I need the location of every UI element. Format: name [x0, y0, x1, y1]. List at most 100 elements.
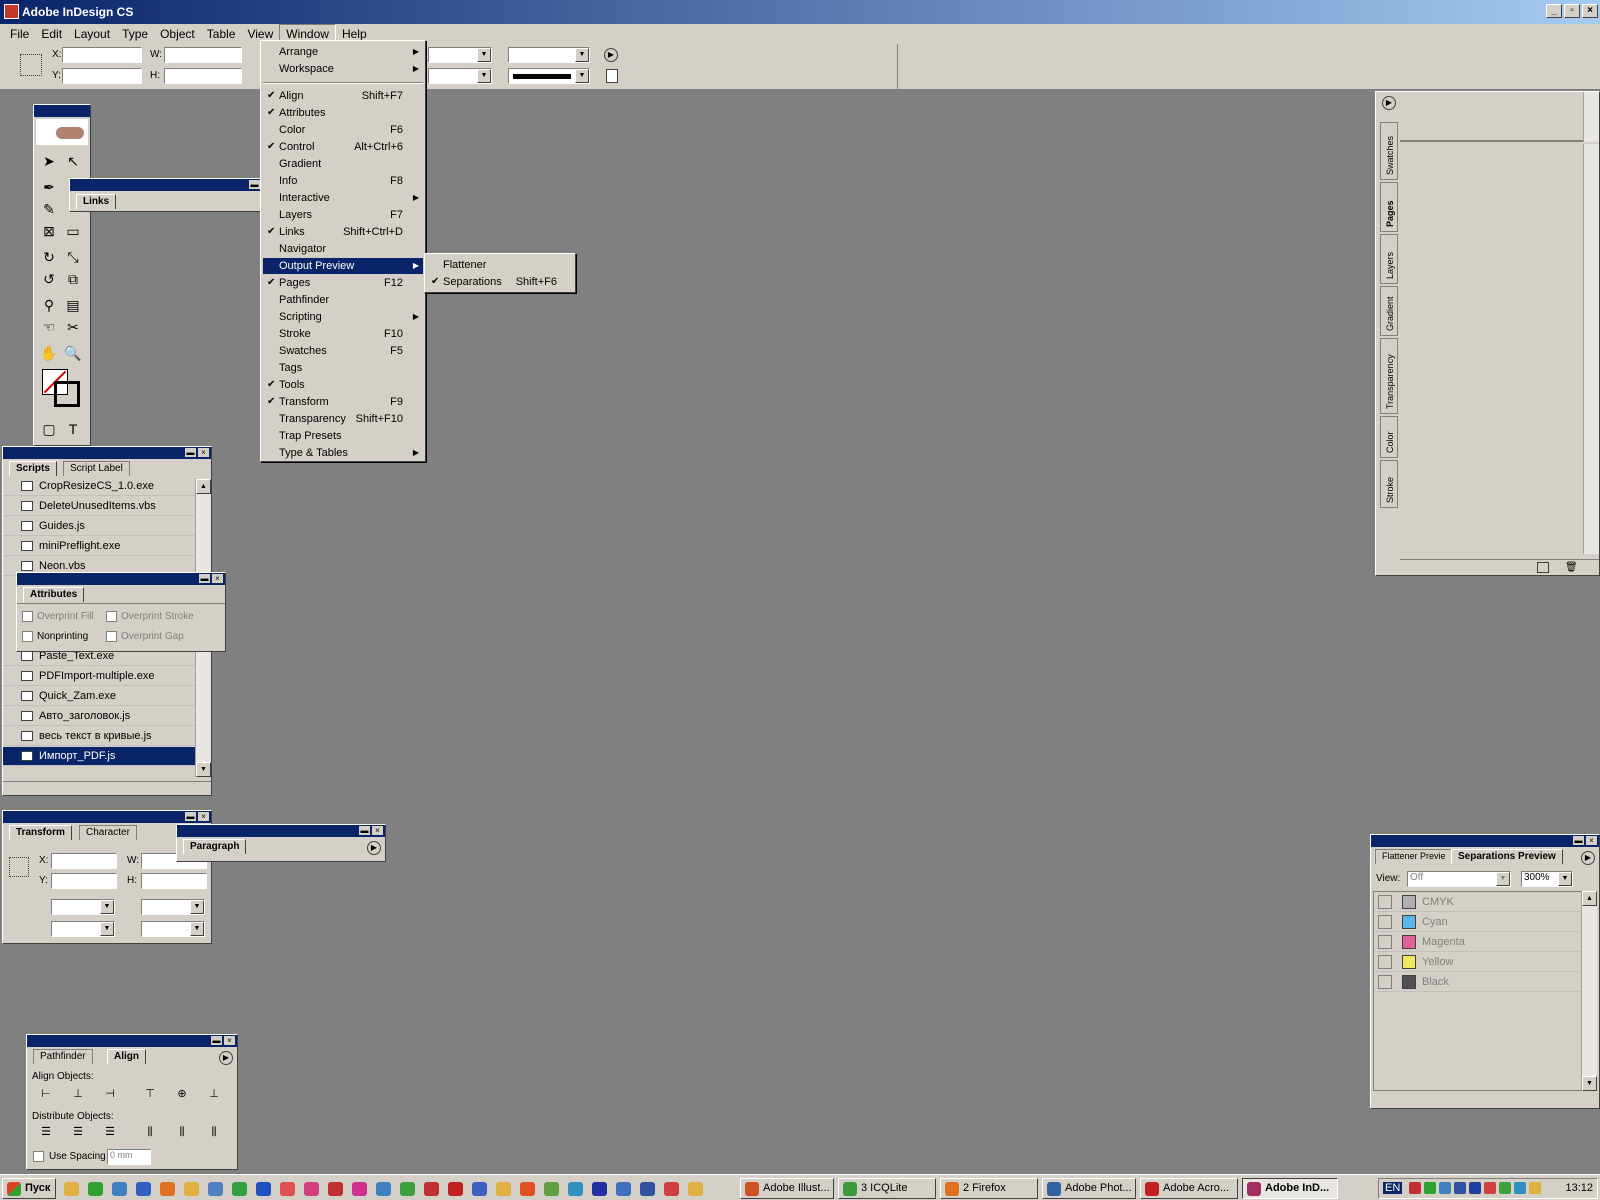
- use-spacing-checkbox[interactable]: [33, 1151, 44, 1162]
- rectangle-tool-icon[interactable]: ▭: [63, 221, 83, 241]
- quick-launch-icon[interactable]: [136, 1182, 151, 1196]
- submenu-item-flattener[interactable]: Flattener: [427, 257, 573, 273]
- selection-tool-icon[interactable]: ➤: [39, 151, 59, 171]
- tab-attributes[interactable]: Attributes: [23, 587, 85, 602]
- align-right-icon[interactable]: ⊣: [99, 1085, 121, 1103]
- script-list-item[interactable]: DeleteUnusedItems.vbs: [3, 497, 195, 516]
- taskbar-button[interactable]: Adobe InD...: [1242, 1178, 1338, 1199]
- quick-launch-icon[interactable]: [640, 1182, 655, 1196]
- quick-launch-icon[interactable]: [544, 1182, 559, 1196]
- scissors-tool-icon[interactable]: ✂: [63, 317, 83, 337]
- scale-x-select[interactable]: ▼: [51, 899, 115, 915]
- distribute-right-icon[interactable]: ⫼: [203, 1123, 225, 1141]
- quick-launch-icon[interactable]: [112, 1182, 127, 1196]
- menu-item-stroke[interactable]: Stroke F10: [263, 326, 423, 342]
- zoom-tool-icon[interactable]: 🔍: [63, 343, 83, 363]
- pen-tool-icon[interactable]: ✒: [39, 177, 59, 197]
- distribute-hcenter-icon[interactable]: ⫼: [171, 1123, 193, 1141]
- normal-view-icon[interactable]: ▢: [39, 419, 59, 439]
- panel-menu-icon[interactable]: ▶: [604, 48, 618, 62]
- align-top-icon[interactable]: ⊤: [139, 1085, 161, 1103]
- distribute-vcenter-icon[interactable]: ☰: [67, 1123, 89, 1141]
- ink-row-black[interactable]: Black: [1374, 972, 1580, 992]
- quick-launch-icon[interactable]: [376, 1182, 391, 1196]
- menu-item-layers[interactable]: Layers F7: [263, 207, 423, 223]
- menu-item-control[interactable]: ✔ Control Alt+Ctrl+6: [263, 139, 423, 155]
- view-select[interactable]: Off ▼: [1407, 871, 1511, 887]
- menu-type[interactable]: Type: [116, 25, 154, 43]
- rotation-select[interactable]: ▼: [141, 899, 205, 915]
- menu-item-interactive[interactable]: Interactive ▶: [263, 190, 423, 206]
- quick-launch-icon[interactable]: [280, 1182, 295, 1196]
- visibility-toggle-icon[interactable]: [1378, 915, 1392, 929]
- tray-icon[interactable]: [1469, 1182, 1481, 1194]
- overprint-stroke-checkbox[interactable]: [106, 611, 117, 622]
- transform-y-field[interactable]: [51, 873, 117, 889]
- hand-tool-icon[interactable]: ✋: [39, 343, 59, 363]
- h-field[interactable]: [164, 68, 242, 84]
- script-list-item[interactable]: Guides.js: [3, 517, 195, 536]
- dock-tab-swatches[interactable]: Swatches: [1380, 122, 1398, 180]
- quick-launch-icon[interactable]: [424, 1182, 439, 1196]
- menu-item-swatches[interactable]: Swatches F5: [263, 343, 423, 359]
- overprint-gap-checkbox[interactable]: [106, 631, 117, 642]
- menu-item-arrange[interactable]: Arrange ▶: [263, 44, 423, 60]
- submenu-item-separations[interactable]: ✔ Separations Shift+F6: [427, 274, 573, 290]
- stroke-swatch-icon[interactable]: [54, 381, 80, 407]
- script-list-item[interactable]: Импорт_PDF.js: [3, 747, 195, 766]
- visibility-toggle-icon[interactable]: [1378, 895, 1392, 909]
- rotate-tool-icon[interactable]: ↻: [39, 247, 59, 267]
- ink-row-magenta[interactable]: Magenta: [1374, 932, 1580, 952]
- tab-script-label[interactable]: Script Label: [63, 461, 130, 476]
- dock-tab-gradient[interactable]: Gradient: [1380, 286, 1398, 336]
- close-panel-icon[interactable]: ×: [198, 448, 209, 457]
- close-panel-icon[interactable]: ×: [224, 1036, 235, 1045]
- align-bottom-icon[interactable]: ⊥: [203, 1085, 225, 1103]
- collapse-icon[interactable]: ▬: [1573, 836, 1584, 845]
- quick-launch-icon[interactable]: [664, 1182, 679, 1196]
- start-button[interactable]: Пуск: [2, 1178, 56, 1199]
- close-panel-icon[interactable]: ×: [1586, 836, 1597, 845]
- align-left-icon[interactable]: ⊢: [35, 1085, 57, 1103]
- dock-tab-pages[interactable]: Pages: [1380, 182, 1398, 232]
- tray-icon[interactable]: [1499, 1182, 1511, 1194]
- menu-item-scripting[interactable]: Scripting ▶: [263, 309, 423, 325]
- shear-tool-icon[interactable]: ↺: [39, 269, 59, 289]
- reference-point-icon[interactable]: [20, 54, 42, 76]
- menu-item-tags[interactable]: Tags: [263, 360, 423, 376]
- master-scrollbar[interactable]: [1583, 92, 1599, 142]
- ink-row-yellow[interactable]: Yellow: [1374, 952, 1580, 972]
- y-field[interactable]: [62, 68, 142, 84]
- script-list-item[interactable]: весь текст в кривые.js: [3, 727, 195, 746]
- distribute-top-icon[interactable]: ☰: [35, 1123, 57, 1141]
- menu-edit[interactable]: Edit: [35, 25, 68, 43]
- page-icon[interactable]: [606, 69, 618, 83]
- tray-icon[interactable]: [1514, 1182, 1526, 1194]
- dock-tab-transparency[interactable]: Transparency: [1380, 338, 1398, 414]
- language-indicator[interactable]: EN: [1383, 1182, 1403, 1194]
- quick-launch-icon[interactable]: [472, 1182, 487, 1196]
- dock-tab-color[interactable]: Color: [1380, 416, 1398, 458]
- formatting-text-icon[interactable]: T: [63, 419, 83, 439]
- overprint-fill-checkbox[interactable]: [22, 611, 33, 622]
- scale-tool-icon[interactable]: ⤡: [63, 247, 83, 267]
- zoom-select[interactable]: 300% ▼: [1521, 871, 1573, 887]
- taskbar-button[interactable]: Adobe Illust...: [740, 1178, 834, 1199]
- menu-item-links[interactable]: ✔ Links Shift+Ctrl+D: [263, 224, 423, 240]
- menu-item-trap-presets[interactable]: Trap Presets: [263, 428, 423, 444]
- taskbar-button[interactable]: Adobe Acro...: [1140, 1178, 1238, 1199]
- menu-item-pages[interactable]: ✔ Pages F12: [263, 275, 423, 291]
- stroke-style-select[interactable]: ▼: [508, 68, 590, 84]
- spacing-field[interactable]: 0 mm: [107, 1149, 151, 1165]
- menu-item-align[interactable]: ✔ Align Shift+F7: [263, 88, 423, 104]
- tab-flattener-preview[interactable]: Flattener Previe: [1375, 849, 1453, 864]
- quick-launch-icon[interactable]: [232, 1182, 247, 1196]
- menu-item-output-preview[interactable]: Output Preview ▶: [263, 258, 423, 274]
- tab-pathfinder[interactable]: Pathfinder: [33, 1049, 93, 1064]
- shear-select[interactable]: ▼: [141, 921, 205, 937]
- quick-launch-icon[interactable]: [448, 1182, 463, 1196]
- close-panel-icon[interactable]: ×: [212, 574, 223, 583]
- menu-file[interactable]: File: [4, 25, 35, 43]
- tab-transform[interactable]: Transform: [9, 825, 72, 840]
- scale-y-select[interactable]: ▼: [51, 921, 115, 937]
